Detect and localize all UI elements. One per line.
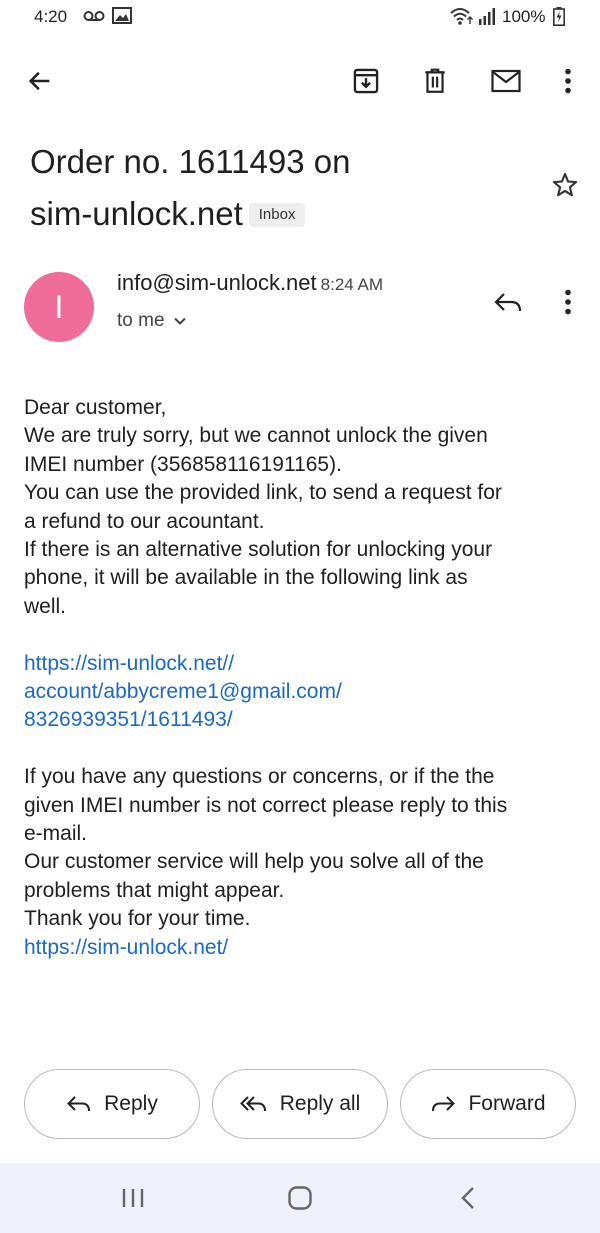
body-line: phone, it will be available in the follo… (24, 566, 468, 590)
sender-avatar[interactable]: I (24, 272, 94, 342)
body-line: If you have any questions or concerns, o… (24, 765, 495, 789)
archive-button[interactable] (344, 59, 388, 103)
message-more-button[interactable] (546, 280, 590, 324)
more-vert-icon (565, 289, 571, 315)
more-options-button[interactable] (546, 59, 590, 103)
subject-line-1: Order no. 1611493 on (30, 143, 351, 180)
recent-apps-button[interactable] (113, 1181, 153, 1215)
battery-charging-icon (553, 7, 565, 26)
email-subject: Order no. 1611493 on sim-unlock.net Inbox (30, 136, 530, 240)
battery-level: 100% (502, 7, 546, 26)
back-arrow-icon (28, 71, 50, 91)
signal-icon (479, 8, 495, 25)
status-time: 4:20 (34, 7, 68, 26)
body-line: Thank you for your time. (24, 907, 251, 931)
body-line: IMEI number (356858116191165). (24, 452, 342, 476)
body-line: well. (24, 594, 67, 618)
home-icon (288, 1186, 312, 1210)
forward-button-label: Forward (468, 1092, 546, 1115)
body-line: Our customer service will help you solve… (24, 850, 484, 874)
star-icon (552, 172, 578, 197)
body-line: You can use the provided link, to send a… (24, 481, 502, 505)
body-line: If there is an alternative solution for … (24, 538, 493, 562)
account-link-line-3[interactable]: 8326939351/1611493/ (24, 706, 589, 734)
reply-all-button[interactable]: Reply all (212, 1069, 388, 1139)
reply-icon (67, 1096, 91, 1112)
delete-button[interactable] (413, 59, 457, 103)
website-link[interactable]: https://sim-unlock.net/ (24, 934, 589, 962)
trash-icon (425, 68, 445, 93)
more-vert-icon (565, 68, 571, 94)
recipient-label: to me (117, 310, 165, 331)
system-nav-bar (0, 1163, 600, 1233)
subject-domain: sim-unlock.net (30, 195, 243, 232)
email-time: 8:24 AM (320, 275, 384, 294)
sender-email[interactable]: info@sim-unlock.net (117, 270, 317, 295)
chevron-left-icon (461, 1187, 474, 1209)
body-line: Dear customer, (24, 396, 167, 419)
account-link-line-2[interactable]: account/abbycreme1@gmail.com/ (24, 678, 589, 706)
wifi-icon (450, 8, 473, 25)
recipient-details-toggle[interactable]: to me (117, 310, 187, 332)
reply-button-label: Reply (104, 1092, 158, 1115)
message-body: Dear customer, We are truly sorry, but w… (24, 394, 589, 962)
mail-icon (491, 69, 521, 93)
recent-apps-icon (122, 1189, 144, 1207)
reply-all-icon (239, 1096, 266, 1112)
reply-button[interactable]: Reply (24, 1069, 200, 1139)
body-line: We are truly sorry, but we cannot unlock… (24, 424, 488, 448)
archive-icon (353, 68, 379, 94)
gallery-icon (112, 7, 132, 24)
body-line: e-mail. (24, 822, 88, 846)
home-button[interactable] (280, 1181, 320, 1215)
chevron-down-icon (173, 317, 186, 325)
forward-icon (432, 1096, 456, 1112)
body-line: given IMEI number is not correct please … (24, 793, 508, 817)
system-back-button[interactable] (448, 1181, 488, 1215)
account-link-line-1[interactable]: https://sim-unlock.net// (24, 650, 589, 678)
star-button[interactable] (545, 165, 585, 205)
reply-icon (494, 293, 522, 312)
voicemail-icon (83, 11, 105, 21)
back-button[interactable] (18, 59, 62, 103)
status-bar: 4:20 100% (0, 0, 600, 34)
inbox-label-chip[interactable]: Inbox (248, 203, 306, 227)
mark-unread-button[interactable] (484, 59, 528, 103)
subject-line-2: sim-unlock.net Inbox (30, 188, 530, 240)
body-line: problems that might appear. (24, 878, 285, 902)
sender-line: info@sim-unlock.net 8:24 AM (117, 270, 383, 296)
quick-reply-button[interactable] (486, 280, 530, 324)
forward-button[interactable]: Forward (400, 1069, 576, 1139)
reply-all-button-label: Reply all (279, 1092, 361, 1115)
body-line: a refund to our acountant. (24, 509, 265, 533)
